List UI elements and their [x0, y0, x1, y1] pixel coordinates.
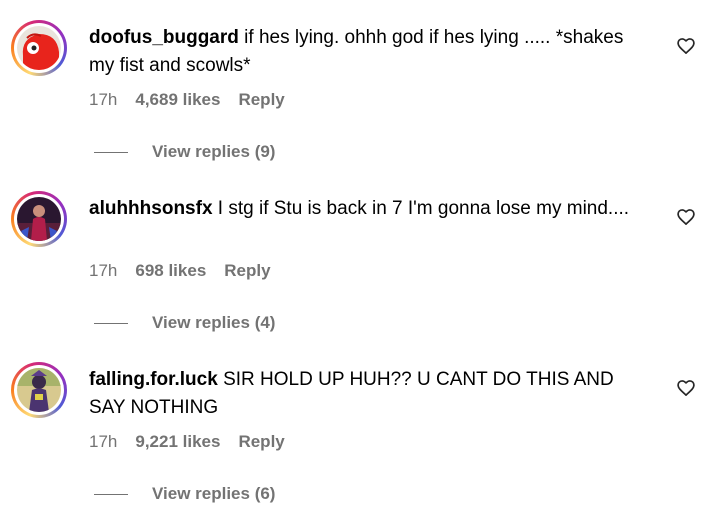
username[interactable]: aluhhhsonsfx	[89, 198, 213, 219]
reply-button[interactable]: Reply	[238, 432, 284, 452]
divider	[94, 322, 128, 324]
character-photo-avatar-icon	[17, 368, 61, 412]
divider	[94, 493, 128, 495]
reply-button[interactable]: Reply	[238, 90, 284, 110]
comment-text: aluhhhsonsfx I stg if Stu is back in 7 I…	[89, 195, 649, 223]
timestamp[interactable]: 17h	[89, 261, 117, 281]
view-replies-label: View replies (9)	[152, 142, 276, 161]
reply-button[interactable]: Reply	[224, 261, 270, 281]
heart-icon[interactable]	[676, 378, 696, 398]
timestamp[interactable]: 17h	[89, 90, 117, 110]
comment-meta: 17h 9,221 likes Reply	[89, 432, 285, 452]
timestamp[interactable]: 17h	[89, 432, 117, 452]
red-cartoon-avatar-icon	[17, 26, 61, 70]
likes-count[interactable]: 698 likes	[135, 261, 206, 281]
view-replies-button[interactable]: View replies (9)	[94, 142, 275, 162]
heart-icon[interactable]	[676, 207, 696, 227]
likes-count[interactable]: 9,221 likes	[135, 432, 220, 452]
likes-count[interactable]: 4,689 likes	[135, 90, 220, 110]
divider	[94, 151, 128, 153]
comment-text: doofus_buggard if hes lying. ohhh god if…	[89, 24, 649, 80]
avatar[interactable]	[11, 191, 67, 247]
avatar[interactable]	[11, 20, 67, 76]
heart-icon[interactable]	[676, 36, 696, 56]
avatar[interactable]	[11, 362, 67, 418]
view-replies-button[interactable]: View replies (6)	[94, 484, 275, 504]
comment-text: falling.for.luck SIR HOLD UP HUH?? U CAN…	[89, 366, 649, 422]
view-replies-label: View replies (4)	[152, 313, 276, 332]
username[interactable]: doofus_buggard	[89, 27, 239, 48]
performer-photo-avatar-icon	[17, 197, 61, 241]
username[interactable]: falling.for.luck	[89, 369, 218, 390]
view-replies-button[interactable]: View replies (4)	[94, 313, 275, 333]
comment-meta: 17h 4,689 likes Reply	[89, 90, 285, 110]
comment-meta: 17h 698 likes Reply	[89, 261, 271, 281]
comment-body: I stg if Stu is back in 7 I'm gonna lose…	[217, 198, 630, 219]
view-replies-label: View replies (6)	[152, 484, 276, 503]
